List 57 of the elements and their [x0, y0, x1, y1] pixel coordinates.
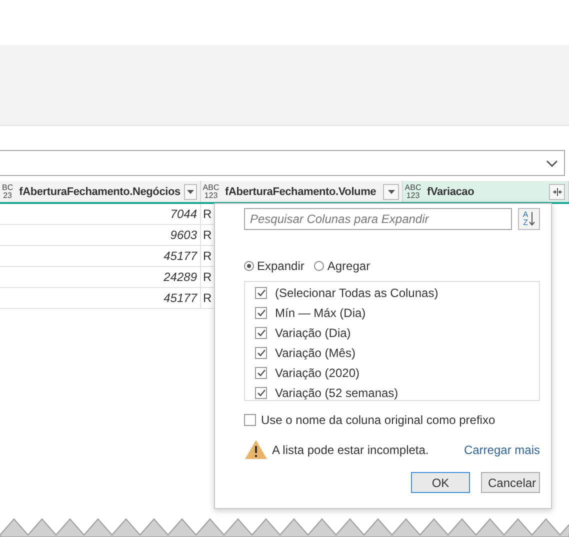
- radio-button[interactable]: [314, 261, 324, 271]
- dropdown-arrow-icon: [187, 190, 194, 194]
- type-icon: ABC 123: [403, 184, 423, 200]
- radio-button[interactable]: [244, 261, 254, 271]
- expand-arrows-icon: [552, 188, 562, 196]
- sort-button[interactable]: A Z: [518, 208, 540, 230]
- option-label: Agregar: [327, 259, 370, 273]
- checkbox[interactable]: [255, 387, 267, 399]
- table-cell: 24289: [0, 267, 201, 287]
- column-name: fAberturaFechamento.Volume: [225, 186, 378, 198]
- mode-option[interactable]: Expandir: [244, 259, 304, 273]
- ok-button[interactable]: OK: [411, 472, 470, 493]
- column-option-label[interactable]: (Selecionar Todas as Colunas): [275, 286, 438, 300]
- checkbox[interactable]: [255, 347, 267, 359]
- check-icon: [256, 369, 266, 377]
- option-label: Expandir: [257, 259, 304, 273]
- column-option-label[interactable]: Variação (Mês): [275, 346, 356, 360]
- check-icon: [256, 389, 266, 397]
- checkbox[interactable]: [255, 307, 267, 319]
- column-option-label[interactable]: Variação (Dia): [275, 326, 351, 340]
- type-icon: ABC 123: [201, 184, 221, 200]
- table-cell-text: R: [202, 248, 212, 265]
- search-field[interactable]: Pesquisar Colunas para Expandir: [244, 208, 512, 230]
- checkbox[interactable]: [255, 287, 267, 299]
- check-icon: [256, 289, 266, 297]
- table-cell-text: R: [202, 227, 212, 244]
- column-option-label[interactable]: Variação (52 semanas): [275, 386, 398, 400]
- checkbox[interactable]: [255, 367, 267, 379]
- load-more-link[interactable]: Carregar mais: [464, 442, 540, 456]
- column-option-label[interactable]: Variação (2020): [275, 366, 360, 380]
- table-cell: 45177: [0, 246, 201, 266]
- table-cell-text: R: [202, 290, 212, 307]
- type-icon: BC 23: [0, 184, 16, 200]
- column-option-label[interactable]: Mín — Máx (Dia): [275, 306, 366, 320]
- chevron-down-icon: [546, 160, 558, 166]
- table-cell: 9603: [0, 225, 201, 245]
- arrow-down-icon: [529, 212, 536, 226]
- filter-button[interactable]: [184, 184, 197, 200]
- check-icon: [256, 329, 266, 337]
- column-name: fAberturaFechamento.Negócios: [19, 186, 180, 198]
- table-cell-text: R: [202, 269, 212, 286]
- check-icon: [256, 309, 266, 317]
- expand-button[interactable]: [549, 184, 565, 200]
- filter-button[interactable]: [383, 184, 399, 200]
- cancel-button[interactable]: Cancelar: [481, 472, 540, 493]
- prefix-option-label[interactable]: Use o nome da coluna original como prefixo: [261, 413, 496, 427]
- warning-icon: [244, 439, 268, 460]
- table-cell: 7044: [0, 204, 201, 224]
- column-name: fVariacao: [427, 186, 476, 198]
- dropdown-arrow-icon: [388, 190, 394, 194]
- checkbox[interactable]: [244, 414, 256, 426]
- table-cell-text: R: [202, 206, 212, 223]
- mode-option[interactable]: Agregar: [314, 259, 370, 273]
- check-icon: [256, 349, 266, 357]
- warning-text: A lista pode estar incompleta.: [272, 442, 430, 456]
- table-cell: 45177: [0, 288, 201, 308]
- checkbox[interactable]: [255, 327, 267, 339]
